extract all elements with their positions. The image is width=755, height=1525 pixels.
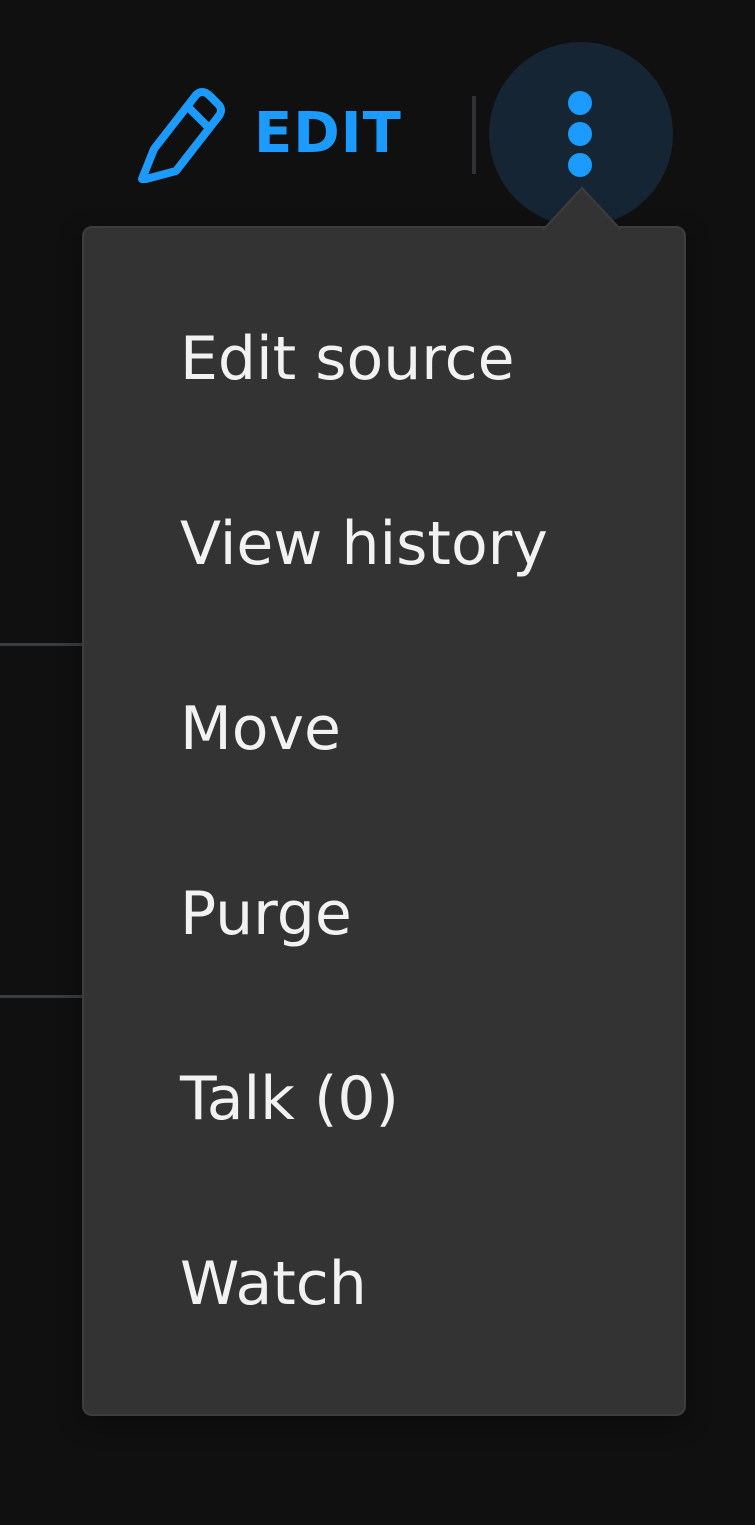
content-divider: [0, 995, 84, 998]
dropdown-caret: [543, 186, 621, 230]
menu-item-edit-source[interactable]: Edit source: [84, 266, 684, 451]
menu-item-watch[interactable]: Watch: [84, 1191, 684, 1376]
menu-item-purge[interactable]: Purge: [84, 821, 684, 1006]
pencil-icon: [138, 88, 225, 183]
edit-button[interactable]: EDIT: [130, 82, 402, 186]
menu-item-view-history[interactable]: View history: [84, 451, 684, 636]
menu-list: Edit source View history Move Purge Talk…: [84, 228, 684, 1376]
edit-label: EDIT: [254, 101, 402, 166]
content-divider: [0, 643, 84, 646]
menu-item-talk[interactable]: Talk (0): [84, 1006, 684, 1191]
menu-item-move[interactable]: Move: [84, 636, 684, 821]
actions-dropdown-menu: Edit source View history Move Purge Talk…: [82, 226, 686, 1416]
toolbar-divider: [472, 96, 476, 174]
